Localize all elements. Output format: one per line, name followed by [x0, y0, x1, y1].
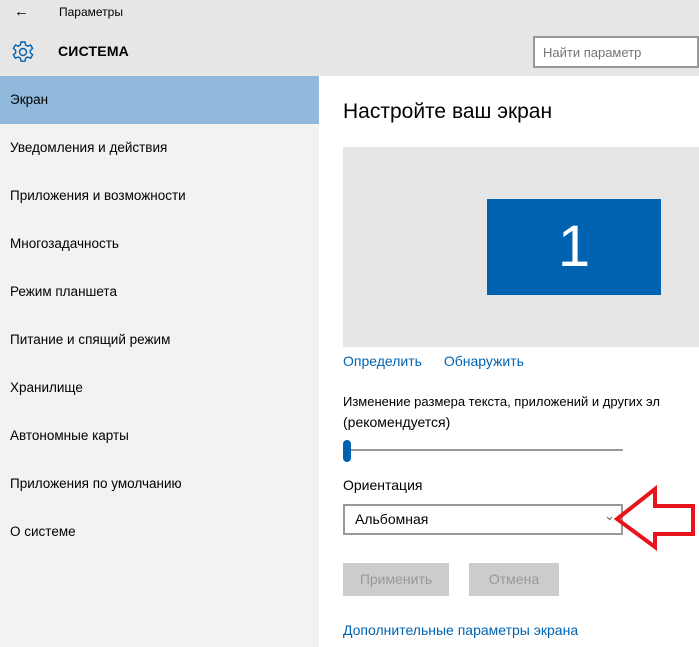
annotation-arrow-icon	[613, 484, 695, 551]
